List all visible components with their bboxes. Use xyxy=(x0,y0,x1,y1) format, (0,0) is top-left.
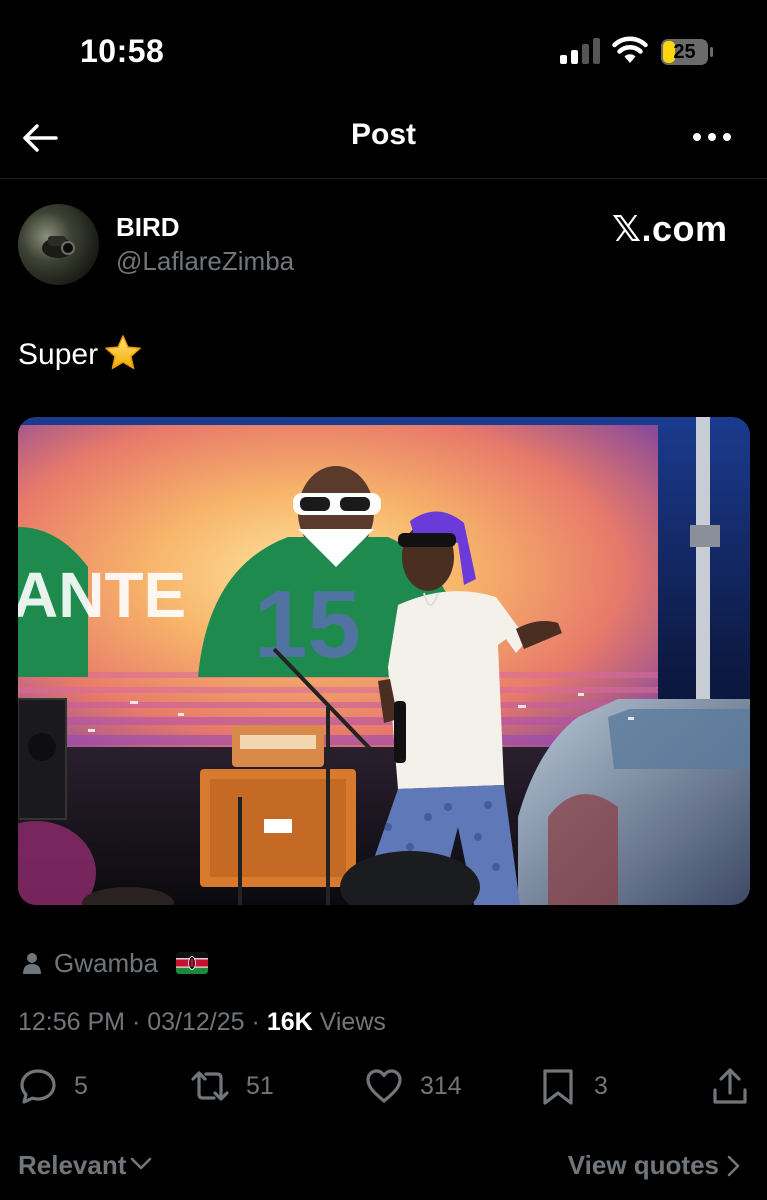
author-name[interactable]: BIRD xyxy=(116,212,180,243)
star-emoji-icon xyxy=(105,335,141,370)
post-meta: 12:56 PM · 03/12/25 · 16K Views xyxy=(18,1008,386,1037)
author-handle[interactable]: @LaflareZimba xyxy=(116,246,294,277)
svg-text:ANTE: ANTE xyxy=(18,559,186,631)
bookmark-icon xyxy=(543,1069,573,1105)
post-time: 12:56 PM xyxy=(18,1008,126,1036)
chevron-right-icon xyxy=(727,1155,740,1177)
views-label[interactable]: Views xyxy=(320,1008,386,1036)
wifi-icon xyxy=(612,36,648,63)
meta-separator: · xyxy=(251,1008,267,1036)
cellular-signal-icon xyxy=(560,38,600,64)
post-text: Super xyxy=(18,334,142,372)
share-icon xyxy=(713,1068,747,1104)
brand-watermark: 𝕏.com xyxy=(612,208,728,249)
sort-replies-dropdown[interactable]: Relevant xyxy=(18,1150,152,1181)
page-title: Post xyxy=(350,118,416,151)
status-bar: 10:58 25 xyxy=(0,0,767,100)
reply-icon xyxy=(20,1069,56,1104)
bookmark-count: 3 xyxy=(594,1072,608,1100)
more-options-icon[interactable] xyxy=(690,122,734,152)
view-quotes-label: View quotes xyxy=(567,1150,719,1180)
svg-text:15: 15 xyxy=(254,571,361,678)
heart-icon xyxy=(366,1069,402,1103)
sort-label: Relevant xyxy=(18,1150,127,1180)
battery-indicator: 25 xyxy=(660,38,714,66)
person-icon xyxy=(23,953,41,974)
chevron-down-icon xyxy=(131,1157,152,1170)
repost-icon xyxy=(191,1071,229,1101)
reply-count: 5 xyxy=(74,1072,88,1100)
battery-level: 25 xyxy=(673,41,696,63)
status-time: 10:58 xyxy=(80,33,165,69)
views-count[interactable]: 16K xyxy=(267,1008,313,1036)
tagged-person-name: Gwamba xyxy=(54,948,159,978)
repost-count: 51 xyxy=(246,1072,274,1100)
post-date: 03/12/25 xyxy=(147,1008,245,1036)
kenya-flag-icon xyxy=(176,952,208,974)
view-quotes-link[interactable]: View quotes xyxy=(568,1150,741,1181)
like-count: 314 xyxy=(420,1072,462,1100)
post-photo[interactable]: ANTE 15 xyxy=(18,417,750,905)
header-divider xyxy=(0,178,767,179)
post-text-content: Super xyxy=(18,338,99,371)
meta-separator: · xyxy=(131,1008,148,1036)
avatar-image xyxy=(42,236,75,258)
avatar[interactable] xyxy=(18,204,99,285)
concert-stage-image: ANTE 15 xyxy=(18,417,750,905)
top-app-bar: Post xyxy=(0,100,767,178)
